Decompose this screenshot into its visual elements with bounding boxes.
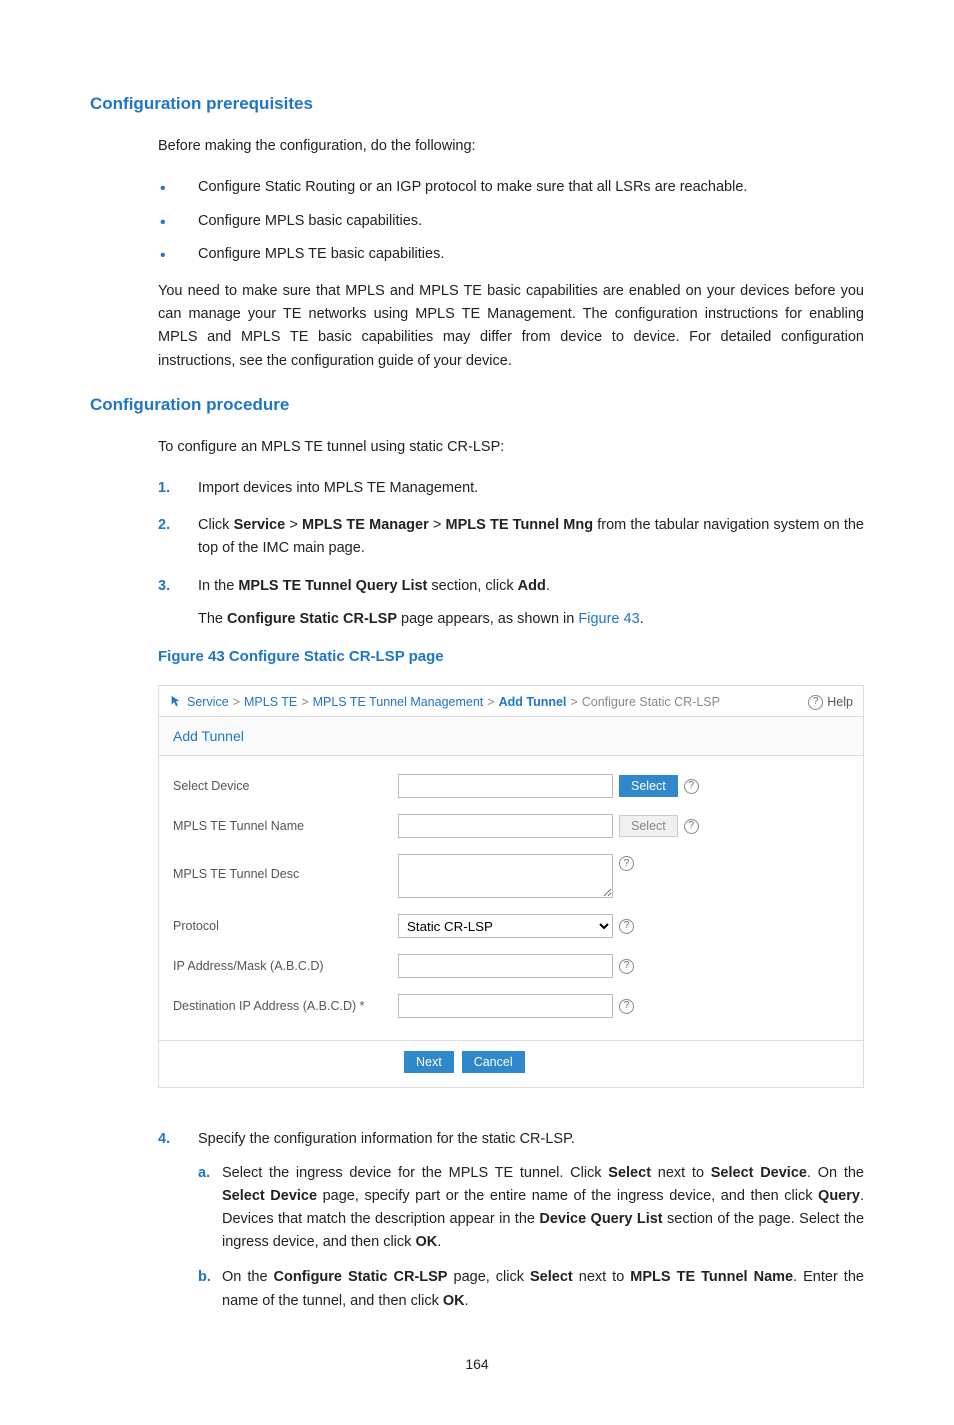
next-button[interactable]: Next — [404, 1051, 454, 1073]
label-tunnel-desc: MPLS TE Tunnel Desc — [173, 854, 398, 884]
step-text: Specify the configuration information fo… — [198, 1128, 864, 1151]
label-dest-ip: Destination IP Address (A.B.C.D) * — [173, 996, 398, 1016]
substep-a: Select the ingress device for the MPLS T… — [222, 1162, 864, 1255]
prereq-bullet: Configure Static Routing or an IGP proto… — [198, 176, 864, 199]
breadcrumb-item[interactable]: MPLS TE Tunnel Management — [313, 692, 484, 712]
breadcrumb-item[interactable]: Add Tunnel — [499, 692, 567, 712]
help-icon[interactable]: ? — [684, 779, 699, 794]
substeps: Select the ingress device for the MPLS T… — [198, 1162, 864, 1313]
help-icon[interactable]: ? — [619, 999, 634, 1014]
select-device-button[interactable]: Select — [619, 775, 678, 797]
step-text: The Configure Static CR-LSP page appears… — [198, 608, 864, 631]
substep-b: On the Configure Static CR-LSP page, cli… — [222, 1266, 864, 1312]
figure-caption: Figure 43 Configure Static CR-LSP page — [158, 645, 864, 669]
label-protocol: Protocol — [173, 916, 398, 936]
help-icon[interactable]: ? — [619, 959, 634, 974]
breadcrumb-current: Configure Static CR-LSP — [582, 692, 720, 712]
prereq-paragraph: You need to make sure that MPLS and MPLS… — [158, 280, 864, 373]
procedure-steps-continued: Specify the configuration information fo… — [158, 1128, 864, 1312]
page-number: 164 — [90, 1353, 864, 1375]
help-icon[interactable]: ? — [619, 856, 634, 871]
help-icon[interactable]: ? — [619, 919, 634, 934]
figure-43: Service > MPLS TE > MPLS TE Tunnel Manag… — [158, 685, 864, 1088]
step-text: Import devices into MPLS TE Management. — [198, 477, 864, 500]
pointer-icon — [169, 695, 183, 709]
breadcrumb-item[interactable]: MPLS TE — [244, 692, 297, 712]
prereq-intro: Before making the configuration, do the … — [158, 135, 864, 158]
step-1: Import devices into MPLS TE Management. — [198, 477, 864, 500]
form-body: Select Device Select ? MPLS TE Tunnel Na… — [159, 756, 863, 1040]
select-tunnel-name-button[interactable]: Select — [619, 815, 678, 837]
step-4: Specify the configuration information fo… — [198, 1128, 864, 1312]
ip-mask-input[interactable] — [398, 954, 613, 978]
dest-ip-input[interactable] — [398, 994, 613, 1018]
breadcrumb: Service > MPLS TE > MPLS TE Tunnel Manag… — [169, 692, 720, 712]
procedure-intro: To configure an MPLS TE tunnel using sta… — [158, 436, 864, 459]
section-heading-procedure: Configuration procedure — [90, 391, 864, 418]
label-tunnel-name: MPLS TE Tunnel Name — [173, 816, 398, 836]
step-3: In the MPLS TE Tunnel Query List section… — [198, 575, 864, 631]
select-device-input[interactable] — [398, 774, 613, 798]
tunnel-name-input[interactable] — [398, 814, 613, 838]
cancel-button[interactable]: Cancel — [462, 1051, 525, 1073]
procedure-steps: Import devices into MPLS TE Management. … — [158, 477, 864, 631]
section-heading-prerequisites: Configuration prerequisites — [90, 90, 864, 117]
prereq-bullet: Configure MPLS TE basic capabilities. — [198, 243, 864, 266]
help-link[interactable]: ? Help — [808, 692, 853, 712]
help-icon: ? — [808, 695, 823, 710]
label-ip-mask: IP Address/Mask (A.B.C.D) — [173, 956, 398, 976]
protocol-select[interactable]: Static CR-LSP — [398, 914, 613, 938]
breadcrumb-item[interactable]: Service — [187, 692, 229, 712]
figure-link[interactable]: Figure 43 — [578, 611, 639, 627]
tunnel-desc-textarea[interactable] — [398, 854, 613, 898]
label-select-device: Select Device — [173, 776, 398, 796]
help-icon[interactable]: ? — [684, 819, 699, 834]
step-2: Click Service > MPLS TE Manager > MPLS T… — [198, 514, 864, 560]
prereq-bullet: Configure MPLS basic capabilities. — [198, 210, 864, 233]
step-text: Click Service > MPLS TE Manager > MPLS T… — [198, 514, 864, 560]
prereq-bullet-list: Configure Static Routing or an IGP proto… — [158, 176, 864, 266]
form-footer: Next Cancel — [159, 1040, 863, 1087]
panel-title: Add Tunnel — [159, 716, 863, 756]
step-text: In the MPLS TE Tunnel Query List section… — [198, 575, 864, 598]
